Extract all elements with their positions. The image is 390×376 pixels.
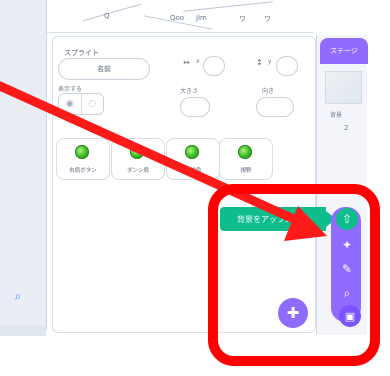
annotation-highlight	[208, 184, 380, 366]
